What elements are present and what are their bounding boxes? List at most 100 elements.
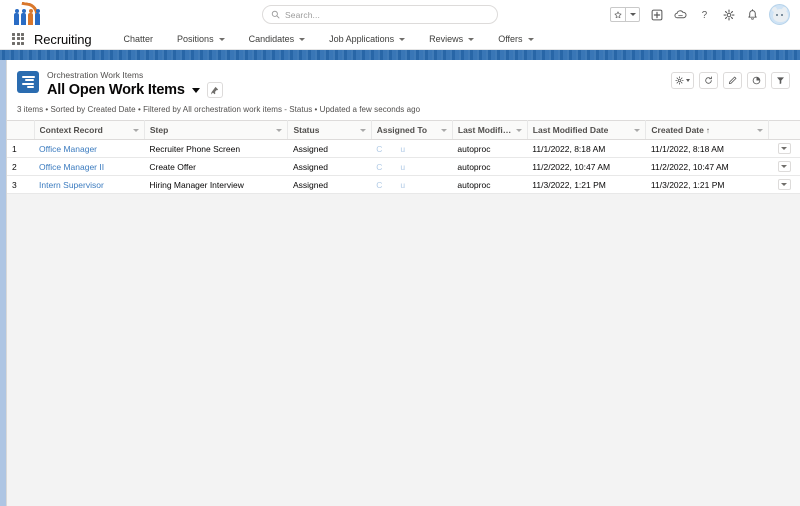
cell-assigned-to: C u <box>371 175 453 194</box>
recruiting-logo <box>12 1 46 28</box>
cell-last-modified-date: 11/2/2022, 10:47 AM <box>527 157 646 176</box>
cell-created-date: 11/1/2022, 8:18 AM <box>645 139 769 158</box>
list-view-controls-button[interactable] <box>671 72 694 89</box>
cloud-setup-button[interactable] <box>673 7 688 22</box>
column-label: Step <box>149 125 169 135</box>
logo-person <box>28 8 33 25</box>
context-record-link[interactable]: Intern Supervisor <box>39 180 104 190</box>
filter-button[interactable] <box>771 72 790 89</box>
chevron-down-icon <box>781 183 788 186</box>
search-input[interactable]: Search... <box>285 10 320 20</box>
global-header: Search... ? <box>0 0 800 29</box>
app-launcher-icon[interactable] <box>12 32 25 46</box>
context-record-link[interactable]: Office Manager II <box>39 162 104 172</box>
edit-button[interactable] <box>723 72 742 89</box>
chevron-down-icon[interactable] <box>276 128 283 132</box>
row-actions-button[interactable] <box>777 143 791 154</box>
cell-row-actions <box>768 157 800 176</box>
chevron-down-icon <box>299 38 306 41</box>
filter-icon <box>777 77 784 85</box>
favorites-star-button[interactable] <box>611 8 625 21</box>
chevron-down-icon[interactable] <box>359 128 366 132</box>
column-header-assigned-to[interactable]: Assigned To <box>371 120 453 140</box>
column-header-last-modified-date[interactable]: Last Modified Date <box>527 120 647 140</box>
logo-person <box>21 8 26 25</box>
star-icon <box>614 10 622 18</box>
user-avatar[interactable] <box>769 4 790 25</box>
refresh-button[interactable] <box>699 72 718 89</box>
app-launcher-plus-button[interactable] <box>649 7 664 22</box>
global-search[interactable]: Search... <box>262 5 498 24</box>
content-area: Orchestration Work Items All Open Work I… <box>6 60 800 506</box>
charts-button[interactable] <box>747 72 766 89</box>
search-icon <box>271 10 280 19</box>
table-row[interactable]: 3 Intern Supervisor Hiring Manager Inter… <box>7 175 800 194</box>
list-view-toolbar <box>671 72 790 89</box>
column-header-status[interactable]: Status <box>287 120 372 140</box>
logo-person <box>35 8 40 25</box>
cell-row-actions <box>768 175 800 194</box>
notifications-button[interactable] <box>745 7 760 22</box>
assigned-to-link[interactable]: u <box>400 162 405 172</box>
bell-icon <box>748 8 757 20</box>
chevron-down-icon <box>629 13 636 16</box>
column-header-step[interactable]: Step <box>144 120 289 140</box>
pin-list-view-button[interactable] <box>206 82 223 98</box>
column-header-last-modified-by[interactable]: Last Modifie... <box>452 120 528 140</box>
nav-item-reviews[interactable]: Reviews <box>417 29 486 50</box>
row-number: 1 <box>7 139 35 158</box>
column-header-created-date[interactable]: Created Date ↑ <box>645 120 770 140</box>
favorites-dropdown-button[interactable] <box>625 8 639 21</box>
column-header-actions <box>768 120 800 140</box>
avatar-eye <box>781 14 783 16</box>
chevron-down-icon[interactable] <box>515 128 522 132</box>
app-name: Recruiting <box>34 31 92 47</box>
column-label: Status <box>293 125 320 135</box>
assigned-to-link[interactable]: u <box>400 144 405 154</box>
cell-row-actions <box>768 139 800 158</box>
sort-ascending-icon: ↑ <box>705 126 710 135</box>
nav-item-label: Candidates <box>248 34 295 44</box>
nav-item-candidates[interactable]: Candidates <box>237 29 318 50</box>
svg-text:?: ? <box>702 10 708 21</box>
table-row[interactable]: 1 Office Manager Recruiter Phone Screen … <box>7 139 800 158</box>
column-header-rownum <box>7 120 35 140</box>
nav-item-job-applications[interactable]: Job Applications <box>317 29 417 50</box>
cell-created-date: 11/3/2022, 1:21 PM <box>645 175 769 194</box>
list-view-chevron-down-icon[interactable] <box>191 87 200 93</box>
list-view-header: Orchestration Work Items All Open Work I… <box>7 60 800 120</box>
empty-list-area <box>7 194 800 506</box>
chevron-down-icon[interactable] <box>757 128 764 132</box>
chevron-down-icon[interactable] <box>132 128 139 132</box>
cell-step: Hiring Manager Interview <box>144 175 288 194</box>
column-label: Created Date <box>651 125 704 135</box>
nav-item-label: Offers <box>498 34 523 44</box>
setup-gear-button[interactable] <box>721 7 736 22</box>
chevron-down-icon[interactable] <box>440 128 447 132</box>
assigned-to-link[interactable]: u <box>400 180 405 190</box>
pin-icon <box>211 86 219 94</box>
table-row[interactable]: 2 Office Manager II Create Offer Assigne… <box>7 157 800 176</box>
row-actions-button[interactable] <box>777 161 791 172</box>
nav-item-chatter[interactable]: Chatter <box>112 29 166 50</box>
cell-created-date: 11/2/2022, 10:47 AM <box>645 157 769 176</box>
chevron-down-icon[interactable] <box>634 128 641 132</box>
nav-item-label: Chatter <box>123 34 154 44</box>
column-header-context-record[interactable]: Context Record <box>34 120 145 140</box>
nav-item-offers[interactable]: Offers <box>486 29 545 50</box>
cell-status: Assigned <box>287 175 372 194</box>
favorites-group[interactable] <box>610 7 640 22</box>
nav-item-positions[interactable]: Positions <box>165 29 237 50</box>
app-background-band <box>0 50 800 60</box>
context-record-link[interactable]: Office Manager <box>39 144 97 154</box>
assigned-to-link[interactable]: C <box>376 144 382 154</box>
cell-last-modified-date: 11/1/2022, 8:18 AM <box>527 139 646 158</box>
gear-icon <box>675 76 684 85</box>
assigned-to-link[interactable]: C <box>376 180 382 190</box>
assigned-to-link[interactable]: C <box>376 162 382 172</box>
cell-last-modified-by: autoproc <box>452 157 528 176</box>
column-label: Context Record <box>39 125 103 135</box>
row-actions-button[interactable] <box>777 179 791 190</box>
help-button[interactable]: ? <box>697 7 712 22</box>
refresh-icon <box>705 76 712 84</box>
